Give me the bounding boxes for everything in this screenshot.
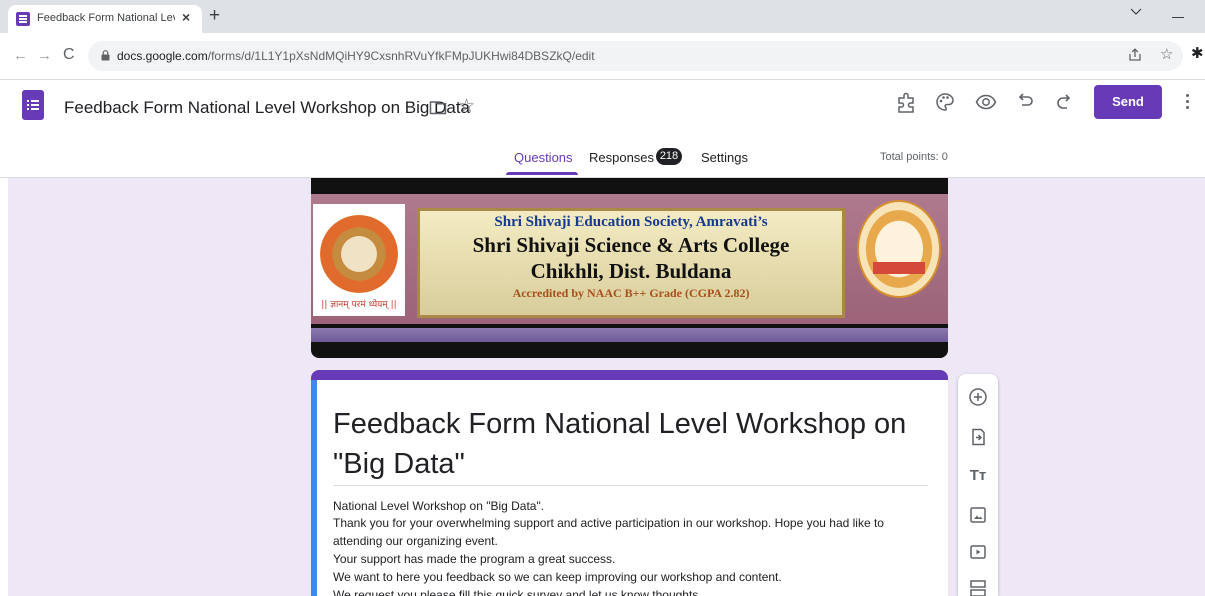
extensions-puzzle-icon[interactable]: ✱ — [1191, 46, 1204, 62]
banner-college-name: Shri Shivaji Science & Arts College — [472, 233, 790, 257]
tab-responses[interactable]: Responses — [589, 150, 654, 165]
add-section-icon[interactable] — [968, 578, 988, 596]
bookmark-star-icon[interactable]: ☆ — [1160, 47, 1173, 63]
document-title[interactable]: Feedback Form National Level Workshop on… — [64, 98, 470, 118]
form-description-line[interactable]: We request you please fill this quick su… — [333, 588, 702, 596]
tab-search-chevron-icon[interactable] — [1130, 8, 1142, 16]
preview-eye-icon[interactable] — [975, 92, 997, 112]
forward-arrow-icon[interactable]: → — [37, 48, 52, 63]
college-emblem-logo: || ज्ञानम् परमं ध्येयम् || — [313, 204, 405, 316]
share-icon[interactable] — [1128, 48, 1142, 62]
title-underline — [333, 485, 928, 486]
form-title[interactable]: Feedback Form National Level Workshop on… — [333, 404, 933, 484]
redo-icon[interactable] — [1056, 92, 1074, 112]
import-questions-icon[interactable] — [968, 427, 988, 447]
url-text[interactable]: docs.google.com/forms/d/1L1Y1pXsNdMQiHY9… — [117, 49, 595, 63]
tab-settings[interactable]: Settings — [701, 150, 748, 165]
form-description-line[interactable]: We want to here you feedback so we can k… — [333, 570, 782, 585]
google-forms-logo-icon[interactable] — [22, 90, 44, 120]
banner-stripe — [311, 328, 948, 342]
more-vert-icon[interactable] — [1186, 94, 1189, 112]
header-banner-image: || ज्ञानम् परमं ध्येयम् || Shri Shivaji … — [311, 178, 948, 358]
move-to-folder-icon[interactable] — [429, 100, 447, 115]
seal-label — [873, 262, 925, 274]
active-tab-indicator — [506, 172, 578, 175]
customize-theme-icon[interactable] — [896, 92, 916, 114]
add-question-icon[interactable] — [968, 387, 988, 407]
send-button[interactable]: Send — [1094, 85, 1162, 119]
undo-icon[interactable] — [1017, 92, 1035, 112]
form-description-line[interactable]: Thank you for your overwhelming support … — [333, 516, 884, 531]
reload-icon[interactable]: C — [63, 46, 75, 64]
add-image-icon[interactable] — [968, 505, 988, 525]
form-description-line[interactable]: Your support has made the program a grea… — [333, 552, 615, 567]
emblem-motto: || ज्ञानम् परमं ध्येयम् || — [321, 300, 397, 310]
total-points-label: Total points: 0 — [880, 151, 948, 163]
form-description-line[interactable]: attending our organizing event. — [333, 534, 498, 549]
palette-icon[interactable] — [935, 92, 955, 112]
banner-title-card: Shri Shivaji Education Society, Amravati… — [417, 208, 845, 318]
add-title-icon[interactable]: Tт — [968, 466, 988, 486]
banner-society-name: Shri Shivaji Education Society, Amravati… — [494, 214, 768, 230]
banner-location: Chikhli, Dist. Buldana — [530, 259, 732, 283]
back-arrow-icon[interactable]: ← — [13, 48, 28, 63]
active-card-indicator — [311, 380, 317, 596]
minimize-window-icon[interactable] — [1172, 17, 1184, 18]
form-description-line[interactable]: National Level Workshop on "Big Data". — [333, 499, 544, 514]
banner-accreditation: Accredited by NAAC B++ Grade (CGPA 2.82) — [512, 286, 750, 300]
forms-favicon-icon — [16, 12, 30, 26]
emblem-ring — [320, 215, 398, 293]
browser-tab-title: Feedback Form National Level W — [37, 12, 175, 24]
browser-tab[interactable]: Feedback Form National Level W × — [8, 5, 202, 33]
seal-circle — [857, 200, 941, 298]
responses-count-badge: 218 — [656, 148, 682, 165]
new-tab-button[interactable]: + — [209, 6, 220, 26]
society-seal-logo — [855, 198, 943, 300]
add-video-icon[interactable] — [968, 542, 988, 562]
close-tab-icon[interactable]: × — [182, 9, 190, 25]
star-icon[interactable]: ☆ — [458, 96, 475, 118]
tab-questions[interactable]: Questions — [514, 150, 573, 165]
lock-icon[interactable] — [101, 50, 110, 61]
